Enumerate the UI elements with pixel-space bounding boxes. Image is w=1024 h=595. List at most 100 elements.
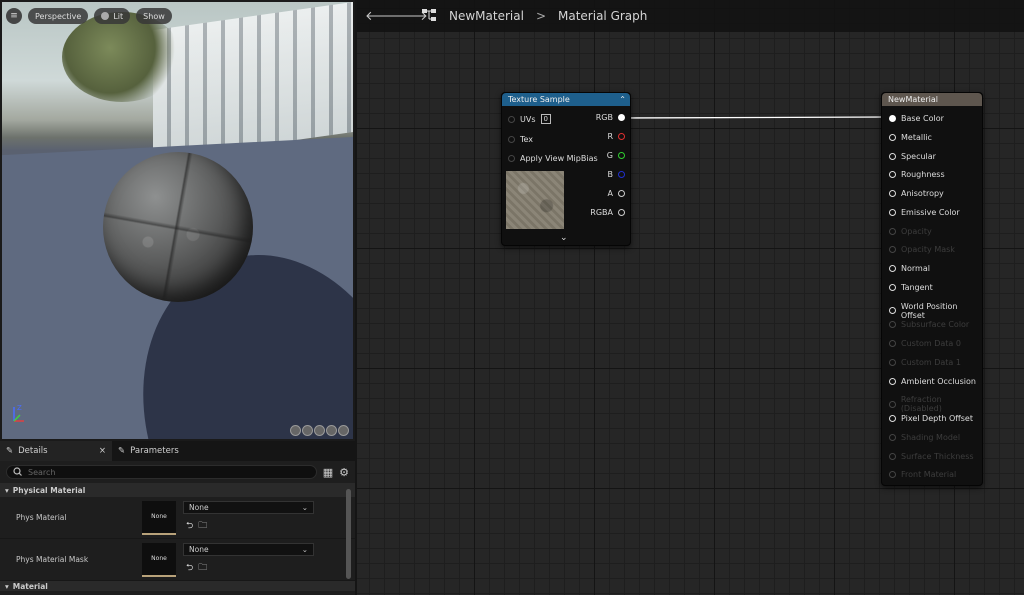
material-preview-viewport[interactable]: ≡ Perspective Lit Show Z (2, 2, 353, 439)
input-pin-custom-data-0: Custom Data 0 (889, 339, 961, 348)
input-pin-world-position-offset[interactable]: World Position Offset (889, 302, 982, 320)
pin-icon (889, 246, 896, 254)
pin-icon (889, 400, 896, 408)
chevron-up-icon[interactable]: ⌃ (619, 95, 630, 104)
pin-icon (889, 433, 896, 441)
table-view-icon[interactable]: ▦ (323, 466, 333, 479)
property-phys-material-mask: Phys Material Mask None None ⌄ ⮌ 🗀 (0, 539, 355, 581)
category-physical-material[interactable]: ▾ Physical Material (0, 483, 355, 497)
input-pin-tangent[interactable]: Tangent (889, 283, 933, 292)
input-pin-uvs[interactable]: UVs 0 (508, 114, 551, 124)
chevron-down-icon[interactable]: ⌄ (560, 233, 568, 243)
input-pin-custom-data-1: Custom Data 1 (889, 358, 961, 367)
input-pin-opacity: Opacity (889, 227, 932, 236)
pin-label: Opacity Mask (901, 245, 955, 255)
texture-sample-node[interactable]: Texture Sample ⌃ UVs 0 Tex Apply View Mi… (501, 92, 631, 246)
node-title: NewMaterial (882, 93, 982, 106)
plane-preview-icon[interactable] (314, 425, 325, 436)
reset-arrow-icon[interactable]: ⮌ (186, 518, 193, 534)
search-placeholder: Search (28, 467, 56, 477)
pin-icon (618, 190, 625, 197)
viewport-toolbar: ≡ Perspective Lit Show (6, 8, 172, 24)
hamburger-icon[interactable]: ≡ (6, 8, 22, 24)
details-scrollbar[interactable] (346, 489, 351, 579)
pin-icon (508, 155, 515, 162)
input-pin-base-color[interactable]: Base Color (889, 114, 944, 123)
category-label: Physical Material (12, 485, 86, 495)
pin-icon (618, 209, 625, 216)
chevron-down-icon: ⌄ (301, 503, 308, 512)
output-pin-a[interactable]: A (608, 189, 625, 198)
asset-thumbnail[interactable]: None (142, 542, 176, 577)
asset-thumbnail[interactable]: None (142, 500, 176, 535)
chevron-down-icon: ▾ (5, 581, 9, 591)
pin-label: Custom Data 1 (901, 357, 961, 367)
show-button[interactable]: Show (136, 8, 172, 24)
dropdown-value: None (189, 503, 209, 512)
pin-icon (508, 115, 515, 123)
texture-sample-title: Texture Sample (508, 95, 570, 104)
reset-arrow-icon[interactable]: ⮌ (186, 560, 193, 576)
pin-icon (889, 133, 896, 141)
pin-icon (889, 321, 896, 329)
input-pin-specular[interactable]: Specular (889, 152, 936, 161)
details-tabbar: ✎ Details × ✎ Parameters (0, 441, 355, 461)
output-pin-rgb[interactable]: RGB (596, 113, 625, 122)
pin-label: Shading Model (901, 432, 961, 442)
tab-parameters[interactable]: ✎ Parameters (112, 441, 185, 461)
cylinder-preview-icon[interactable] (290, 425, 301, 436)
input-pin-opacity-mask: Opacity Mask (889, 245, 955, 254)
pin-label: Front Material (901, 470, 957, 480)
input-pin-roughness[interactable]: Roughness (889, 170, 945, 179)
browse-folder-icon[interactable]: 🗀 (198, 560, 207, 576)
pin-label: R (607, 132, 613, 141)
input-pin-tex[interactable]: Tex (508, 135, 533, 144)
phys-material-mask-dropdown[interactable]: None ⌄ (183, 543, 314, 556)
rgb-to-base-color-wire (624, 116, 889, 119)
input-pin-anisotropy[interactable]: Anisotropy (889, 189, 944, 198)
input-pin-normal[interactable]: Normal (889, 264, 930, 273)
texture-thumbnail (506, 171, 564, 229)
uv-index-field[interactable]: 0 (540, 114, 551, 124)
input-pin-mipbias[interactable]: Apply View MipBias (508, 154, 598, 163)
pin-label: Subsurface Color (901, 320, 970, 330)
pin-label: Pixel Depth Offset (901, 414, 973, 423)
output-pin-b[interactable]: B (608, 170, 625, 179)
pin-icon (889, 358, 896, 366)
background-building (153, 2, 353, 161)
pin-icon (508, 136, 515, 143)
tab-parameters-label: Parameters (130, 446, 179, 456)
tab-details[interactable]: ✎ Details × (0, 441, 112, 461)
sphere-preview-icon[interactable] (302, 425, 313, 436)
output-pin-g[interactable]: G (607, 151, 625, 160)
material-graph-canvas[interactable]: 🡐 🡒 NewMaterial > Material Graph Texture… (357, 0, 1024, 595)
gear-icon[interactable]: ⚙ (339, 466, 349, 479)
input-pin-ambient-occlusion[interactable]: Ambient Occlusion (889, 377, 976, 386)
browse-folder-icon[interactable]: 🗀 (198, 518, 207, 534)
search-icon (13, 466, 22, 478)
input-pin-pixel-depth-offset[interactable]: Pixel Depth Offset (889, 414, 973, 423)
details-search-row: Search ▦ ⚙ (0, 461, 355, 483)
left-panel: ≡ Perspective Lit Show Z ✎ Details × ✎ P… (0, 0, 355, 595)
tab-details-label: Details (18, 446, 48, 456)
perspective-button[interactable]: Perspective (28, 8, 89, 24)
teapot-preview-icon[interactable] (338, 425, 349, 436)
cube-preview-icon[interactable] (326, 425, 337, 436)
output-pin-r[interactable]: R (607, 132, 625, 141)
node-title: Texture Sample ⌃ (502, 93, 630, 106)
input-pin-emissive-color[interactable]: Emissive Color (889, 208, 960, 217)
output-pin-rgba[interactable]: RGBA (590, 208, 625, 217)
lit-icon (101, 12, 110, 20)
material-result-node[interactable]: NewMaterial Base Color Metallic Specular Ro… (881, 92, 983, 486)
show-label: Show (143, 11, 165, 21)
pin-icon (889, 340, 896, 347)
lit-button[interactable]: Lit (94, 8, 131, 24)
pin-label: Normal (901, 264, 930, 273)
svg-text:Z: Z (17, 404, 22, 412)
search-input[interactable]: Search (6, 465, 317, 479)
preview-shape-icons (290, 425, 349, 436)
category-material[interactable]: ▾ Material (0, 581, 355, 591)
phys-material-dropdown[interactable]: None ⌄ (183, 501, 314, 514)
input-pin-metallic[interactable]: Metallic (889, 133, 932, 142)
close-icon[interactable]: × (99, 446, 106, 456)
